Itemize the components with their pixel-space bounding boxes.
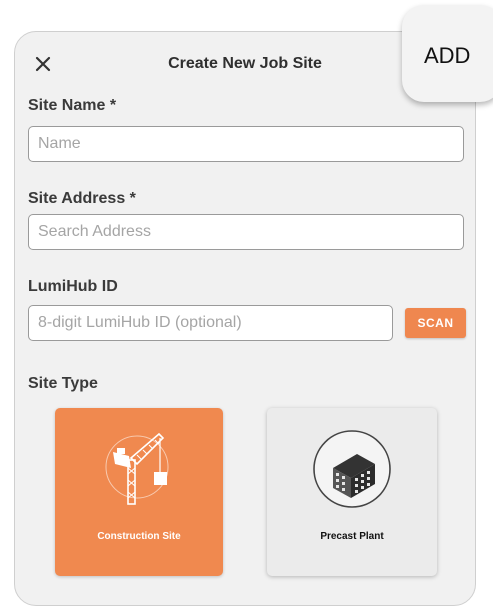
lumihub-id-input[interactable]	[28, 305, 393, 341]
scan-button[interactable]: SCAN	[405, 308, 466, 338]
site-type-label: Site Type	[28, 375, 98, 392]
site-name-label: Site Name *	[28, 97, 117, 114]
lumihub-id-label: LumiHub ID	[28, 278, 118, 295]
site-name-input[interactable]	[28, 126, 464, 162]
site-type-construction-option[interactable]: Construction Site	[55, 408, 223, 576]
site-type-precast-option[interactable]: Precast Plant	[267, 408, 437, 576]
close-icon	[35, 56, 51, 72]
site-address-label: Site Address *	[28, 190, 136, 207]
add-button[interactable]: ADD	[402, 5, 493, 102]
dialog-title: Create New Job Site	[168, 55, 322, 72]
crane-icon	[105, 432, 169, 505]
site-type-construction-label: Construction Site	[97, 531, 181, 542]
site-type-precast-label: Precast Plant	[320, 531, 384, 542]
precast-slab-icon	[313, 430, 391, 508]
site-address-input[interactable]	[28, 214, 464, 250]
close-button[interactable]	[30, 51, 56, 77]
